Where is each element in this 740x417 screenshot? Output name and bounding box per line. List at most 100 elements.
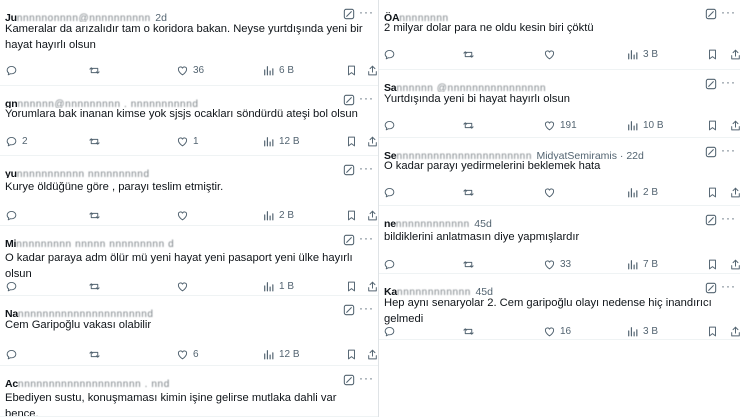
grok-icon[interactable]: [342, 163, 356, 177]
repost-icon: [462, 186, 475, 199]
reply-button[interactable]: [5, 207, 18, 223]
more-options-icon[interactable]: ···: [721, 5, 736, 19]
repost-button[interactable]: [462, 184, 475, 200]
repost-button[interactable]: [88, 62, 101, 78]
views-button[interactable]: 2 B: [626, 184, 658, 200]
likes-count: 6: [193, 348, 199, 360]
grok-icon[interactable]: [342, 373, 356, 387]
author-name[interactable]: Ac: [5, 378, 18, 388]
like-button[interactable]: 33: [543, 256, 571, 272]
more-options-icon[interactable]: ···: [721, 143, 736, 157]
more-options-icon[interactable]: ···: [721, 211, 736, 225]
like-button[interactable]: 16: [543, 323, 571, 339]
more-options-icon[interactable]: ···: [359, 161, 374, 175]
reply-button[interactable]: [383, 46, 396, 62]
views-button[interactable]: 3 B: [626, 46, 658, 62]
bookmark-button[interactable]: [345, 207, 358, 223]
like-button[interactable]: 1: [176, 133, 199, 149]
views-button[interactable]: 3 B: [626, 323, 658, 339]
grok-icon[interactable]: [704, 213, 718, 227]
views-button[interactable]: 6 B: [262, 62, 294, 78]
tweet-text: Ebediyen sustu, konuşmaması kimin işine …: [5, 392, 337, 417]
views-button[interactable]: 12 B: [262, 346, 300, 362]
more-options-icon[interactable]: ···: [359, 91, 374, 105]
like-button[interactable]: [543, 46, 556, 62]
reply-button[interactable]: 2: [5, 133, 28, 149]
share-button[interactable]: [366, 62, 378, 78]
tweet-card: Kannnnnnnnnnnn 45d ··· Hep aynı senaryolar…: [379, 274, 740, 340]
share-button[interactable]: [366, 346, 378, 362]
more-options-icon[interactable]: ···: [359, 301, 374, 315]
like-button[interactable]: [176, 207, 189, 223]
share-button[interactable]: [729, 256, 740, 272]
views-button[interactable]: 12 B: [262, 133, 300, 149]
bookmark-button[interactable]: [706, 117, 719, 133]
reply-button[interactable]: [383, 256, 396, 272]
grok-icon[interactable]: [342, 7, 356, 21]
bookmark-button[interactable]: [706, 323, 719, 339]
repost-button[interactable]: [88, 346, 101, 362]
grok-icon[interactable]: [342, 93, 356, 107]
repost-button[interactable]: [88, 207, 101, 223]
grok-icon[interactable]: [704, 77, 718, 91]
bookmark-button[interactable]: [706, 256, 719, 272]
reply-button[interactable]: [383, 184, 396, 200]
bookmark-button[interactable]: [345, 278, 358, 294]
tweet-card: nennnnnnnnnnnn 45d ··· bildiklerini anlatm…: [379, 206, 740, 274]
grok-icon[interactable]: [704, 281, 718, 295]
reply-button[interactable]: [383, 323, 396, 339]
grok-icon[interactable]: [342, 303, 356, 317]
views-button[interactable]: 10 B: [626, 117, 664, 133]
reply-button[interactable]: [5, 62, 18, 78]
like-button[interactable]: 36: [176, 62, 204, 78]
repost-button[interactable]: [462, 117, 475, 133]
share-button[interactable]: [366, 133, 378, 149]
author-name[interactable]: Na: [5, 308, 18, 318]
author-name[interactable]: Sa: [384, 82, 397, 92]
repost-button[interactable]: [462, 256, 475, 272]
views-count: 2 B: [279, 209, 295, 221]
views-button[interactable]: 1 B: [262, 278, 294, 294]
more-options-icon[interactable]: ···: [721, 279, 736, 293]
share-button[interactable]: [366, 278, 378, 294]
share-button[interactable]: [729, 184, 740, 200]
repost-button[interactable]: [462, 46, 475, 62]
author-name[interactable]: yu: [5, 168, 17, 178]
views-icon: [626, 48, 639, 61]
reply-button[interactable]: [5, 346, 18, 362]
share-button[interactable]: [366, 207, 378, 223]
grok-icon[interactable]: [704, 145, 718, 159]
more-options-icon[interactable]: ···: [359, 5, 374, 19]
views-button[interactable]: 2 B: [262, 207, 294, 223]
bookmark-button[interactable]: [706, 184, 719, 200]
grok-icon[interactable]: [342, 233, 356, 247]
tweet-actions: 6 12 B: [0, 346, 378, 362]
author-name[interactable]: ne: [384, 218, 396, 228]
more-options-icon[interactable]: ···: [721, 75, 736, 89]
repost-button[interactable]: [462, 323, 475, 339]
tweet-card: Junnnnnonnnn@nnnnnnnnnn 2d ··· Kameralar d…: [0, 0, 378, 86]
share-button[interactable]: [729, 46, 740, 62]
reply-button[interactable]: [383, 117, 396, 133]
author-name[interactable]: Ju: [5, 12, 17, 22]
more-options-icon[interactable]: ···: [359, 371, 374, 385]
repost-button[interactable]: [88, 278, 101, 294]
views-button[interactable]: 7 B: [626, 256, 658, 272]
like-button[interactable]: 6: [176, 346, 199, 362]
grok-icon[interactable]: [704, 7, 718, 21]
share-button[interactable]: [729, 323, 740, 339]
like-button[interactable]: 191: [543, 117, 577, 133]
bookmark-button[interactable]: [345, 133, 358, 149]
share-button[interactable]: [729, 117, 740, 133]
author-name[interactable]: Mi: [5, 238, 16, 248]
bookmark-button[interactable]: [345, 62, 358, 78]
bookmark-button[interactable]: [345, 346, 358, 362]
like-button[interactable]: [543, 184, 556, 200]
reply-button[interactable]: [5, 278, 18, 294]
like-button[interactable]: [176, 278, 189, 294]
repost-button[interactable]: [88, 133, 101, 149]
bookmark-button[interactable]: [706, 46, 719, 62]
likes-count: 16: [560, 325, 572, 337]
more-options-icon[interactable]: ···: [359, 231, 374, 245]
author-name[interactable]: Ka: [384, 286, 397, 296]
